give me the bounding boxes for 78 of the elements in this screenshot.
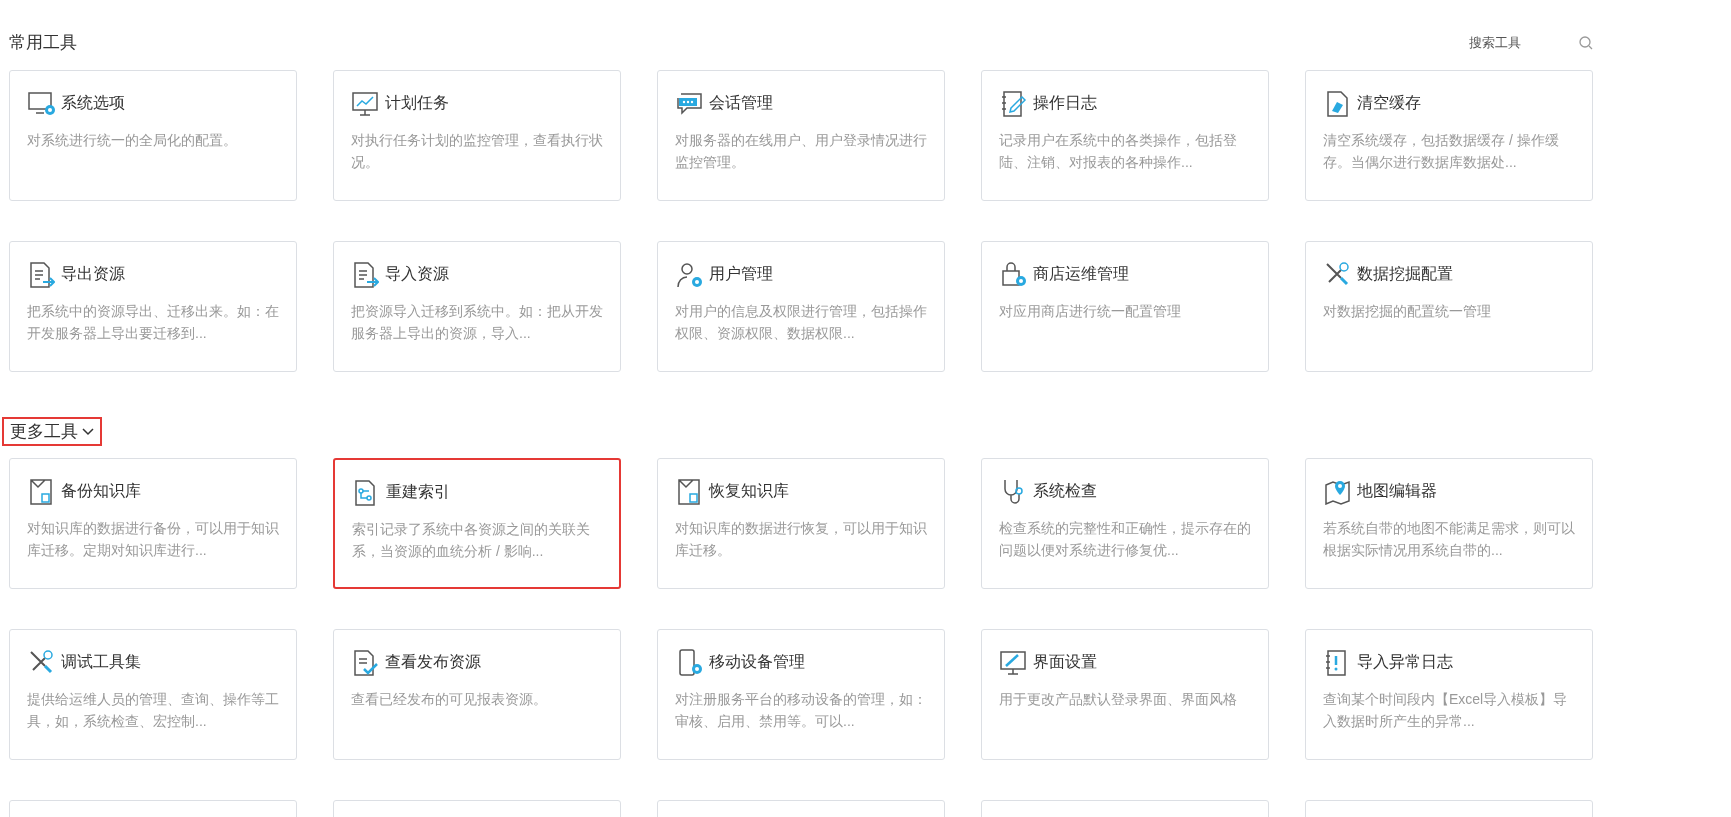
lock-gear-icon	[999, 260, 1027, 288]
card-title: 系统选项	[61, 93, 125, 113]
tool-card[interactable]: 导出资源 把系统中的资源导出、迁移出来。如：在开发服务器上导出要迁移到...	[9, 241, 297, 372]
tool-card[interactable]: 导入资源 把资源导入迁移到系统中。如：把从开发服务器上导出的资源，导入...	[333, 241, 621, 372]
card-description: 若系统自带的地图不能满足需求，则可以根据实际情况用系统自带的...	[1323, 519, 1575, 560]
card-description: 对知识库的数据进行备份，可以用于知识库迁移。定期对知识库进行...	[27, 519, 279, 560]
card-description: 索引记录了系统中各资源之间的关联关系，当资源的血统分析 / 影响...	[352, 520, 591, 561]
search-field[interactable]: 搜索工具	[1469, 33, 1539, 53]
tool-card[interactable]: 系统检查 检查系统的完整性和正确性，提示存在的问题以便对系统进行修复优...	[981, 458, 1269, 589]
monitor-gear-icon	[27, 89, 55, 117]
card-title: 导出资源	[61, 264, 125, 284]
person-gear-icon	[675, 260, 703, 288]
tool-card[interactable]: 恢复知识库 对知识库的数据进行恢复，可以用于知识库迁移。	[657, 458, 945, 589]
tool-card[interactable]: 系统选项 对系统进行统一的全局化的配置。	[9, 70, 297, 201]
search-icon[interactable]	[1579, 36, 1593, 50]
card-title: 用户管理	[709, 264, 773, 284]
tool-card[interactable]: 用户管理 对用户的信息及权限进行管理，包括操作权限、资源权限、数据权限...	[657, 241, 945, 372]
tool-card[interactable]: 地图编辑器 若系统自带的地图不能满足需求，则可以根据实际情况用系统自带的...	[1305, 458, 1593, 589]
card-title: 调试工具集	[61, 652, 141, 672]
tool-card[interactable]: 查看发布资源 查看已经发布的可见报表资源。	[333, 629, 621, 760]
card-title: 导入异常日志	[1357, 652, 1453, 672]
tool-card[interactable]: 备份知识库 对知识库的数据进行备份，可以用于知识库迁移。定期对知识库进行...	[9, 458, 297, 589]
section-title: 常用工具	[9, 32, 77, 55]
card-description: 提供给运维人员的管理、查询、操作等工具，如，系统检查、宏控制...	[27, 690, 279, 731]
card-title: 会话管理	[709, 93, 773, 113]
book-icon	[675, 477, 703, 505]
card-title: 清空缓存	[1357, 93, 1421, 113]
tool-card[interactable]: 移动设备管理 对注册服务平台的移动设备的管理，如：审核、启用、禁用等。可以...	[657, 629, 945, 760]
card-description: 对知识库的数据进行恢复，可以用于知识库迁移。	[675, 519, 927, 560]
card-description: 对注册服务平台的移动设备的管理，如：审核、启用、禁用等。可以...	[675, 690, 927, 731]
tool-card[interactable]: 操作日志 记录用户在系统中的各类操作，包括登陆、注销、对报表的各种操作...	[981, 70, 1269, 201]
tools-icon	[27, 648, 55, 676]
card-description: 对应用商店进行统一配置管理	[999, 302, 1182, 321]
tools-icon	[1323, 260, 1351, 288]
card-title: 查看发布资源	[385, 652, 481, 672]
caret-icon	[82, 427, 94, 436]
tool-card[interactable]: 调试工具集 提供给运维人员的管理、查询、操作等工具，如，系统检查、宏控制...	[9, 629, 297, 760]
card-title: 计划任务	[385, 93, 449, 113]
card-description: 查看已经发布的可见报表资源。	[351, 690, 548, 709]
card-description: 对服务器的在线用户、用户登录情况进行监控管理。	[675, 131, 927, 172]
chart-monitor-icon	[351, 89, 379, 117]
card-title: 地图编辑器	[1357, 481, 1437, 501]
card-description: 把资源导入迁移到系统中。如：把从开发服务器上导出的资源，导入...	[351, 302, 603, 343]
card-title: 系统检查	[1033, 481, 1097, 501]
tool-card[interactable]: 会话管理 对服务器的在线用户、用户登录情况进行监控管理。	[657, 70, 945, 201]
card-title: 导入资源	[385, 264, 449, 284]
card-description: 检查系统的完整性和正确性，提示存在的问题以便对系统进行修复优...	[999, 519, 1251, 560]
tool-card[interactable]: 清空缓存 清空系统缓存，包括数据缓存 / 操作缓存。当偶尔进行数据库数据处...	[1305, 70, 1593, 201]
document-arrow-icon	[351, 260, 379, 288]
card-title: 商店运维管理	[1033, 264, 1129, 284]
card-title: 备份知识库	[61, 481, 141, 501]
tool-card[interactable]: 数据挖掘配置 对数据挖掘的配置统一管理	[1305, 241, 1593, 372]
card-description: 用于更改产品默认登录界面、界面风格	[999, 690, 1238, 709]
card-description: 对数据挖掘的配置统一管理	[1323, 302, 1492, 321]
card-description: 查询某个时间段内【Excel导入模板】导入数据时所产生的异常...	[1323, 690, 1569, 731]
card-description: 把系统中的资源导出、迁移出来。如：在开发服务器上导出要迁移到...	[27, 302, 279, 343]
card-description: 对用户的信息及权限进行管理，包括操作权限、资源权限、数据权限...	[675, 302, 927, 343]
document-check-icon	[351, 648, 379, 676]
notebook-pencil-icon	[999, 89, 1027, 117]
card-title: 数据挖掘配置	[1357, 264, 1453, 284]
tool-card[interactable]: 商店运维管理 对应用商店进行统一配置管理	[981, 241, 1269, 372]
card-title: 界面设置	[1033, 652, 1097, 672]
card-title: 恢复知识库	[709, 481, 789, 501]
more-tools-toggle[interactable]: 更多工具	[2, 417, 102, 446]
tool-card[interactable]: 导入异常日志 查询某个时间段内【Excel导入模板】导入数据时所产生的异常...	[1305, 629, 1593, 760]
monitor-brush-icon	[999, 648, 1027, 676]
card-title: 重建索引	[386, 482, 450, 502]
card-description: 对执行任务计划的监控管理，查看执行状况。	[351, 131, 603, 172]
card-title: 移动设备管理	[709, 652, 805, 672]
card-description: 清空系统缓存，包括数据缓存 / 操作缓存。当偶尔进行数据库数据处...	[1323, 131, 1560, 172]
tool-card[interactable]: 重建索引 索引记录了系统中各资源之间的关联关系，当资源的血统分析 / 影响...	[333, 458, 621, 589]
book-icon	[27, 477, 55, 505]
tool-card[interactable]: 计划任务 对执行任务计划的监控管理，查看执行状况。	[333, 70, 621, 201]
card-description: 对系统进行统一的全局化的配置。	[27, 131, 238, 150]
document-arrow-icon	[27, 260, 55, 288]
card-title: 操作日志	[1033, 93, 1097, 113]
card-description: 记录用户在系统中的各类操作，包括登陆、注销、对报表的各种操作...	[999, 131, 1238, 172]
tool-card[interactable]: 界面设置 用于更改产品默认登录界面、界面风格	[981, 629, 1269, 760]
